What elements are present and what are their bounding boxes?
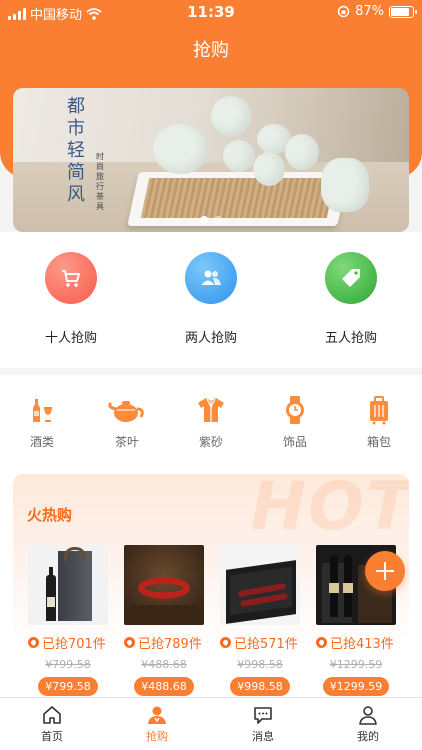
category-clay[interactable]: 紫砂 bbox=[181, 395, 241, 450]
fire-icon bbox=[220, 637, 231, 648]
tab-flash-sale[interactable]: 抢购 bbox=[117, 704, 197, 744]
tab-messages[interactable]: 消息 bbox=[223, 704, 303, 744]
group-buy-icon-0 bbox=[45, 252, 97, 304]
category-label: 茶叶 bbox=[114, 435, 139, 449]
tab-label: 抢购 bbox=[146, 730, 168, 743]
price-button[interactable]: ¥1299.59 bbox=[323, 677, 389, 696]
battery-icon bbox=[389, 5, 417, 18]
group-buy-icon-1 bbox=[185, 252, 237, 304]
category-label: 饰品 bbox=[282, 435, 307, 449]
hot-watermark: HOT bbox=[250, 474, 409, 545]
sold-count: 已抢413件 bbox=[316, 633, 396, 652]
page-title: 抢购 bbox=[193, 40, 229, 61]
sold-count: 已抢571件 bbox=[220, 633, 300, 652]
message-icon bbox=[254, 707, 272, 724]
tab-label: 首页 bbox=[41, 730, 63, 743]
tab-bar: 首页 抢购 消息 我的 bbox=[0, 697, 422, 750]
group-buy-five[interactable]: 五人抢购 bbox=[281, 252, 421, 346]
category-wine[interactable]: 酒类 bbox=[12, 395, 72, 450]
category-tea[interactable]: 茶叶 bbox=[97, 395, 157, 450]
shirt-icon bbox=[198, 398, 224, 422]
hot-section: HOT 火热购 已抢701件 ¥799.58 ¥799.58 已抢789件 ¥4… bbox=[0, 467, 422, 704]
tab-home[interactable]: 首页 bbox=[12, 704, 92, 744]
orientation-lock-icon bbox=[337, 5, 350, 18]
banner-dot[interactable] bbox=[200, 216, 208, 224]
group-buy-icon-2 bbox=[325, 252, 377, 304]
cart-icon bbox=[62, 270, 80, 287]
original-price: ¥799.58 bbox=[45, 658, 91, 671]
product-card[interactable]: 已抢789件 ¥488.68 ¥488.68 bbox=[124, 545, 204, 696]
fire-icon bbox=[124, 637, 135, 648]
status-bar: 中国移动 11:39 87% bbox=[0, 0, 422, 26]
product-image bbox=[124, 545, 204, 625]
banner-pagination bbox=[13, 216, 409, 224]
banner-title: 都市轻简风 bbox=[67, 96, 85, 205]
original-price: ¥998.58 bbox=[237, 658, 283, 671]
hot-card: HOT 火热购 已抢701件 ¥799.58 ¥799.58 已抢789件 ¥4… bbox=[13, 474, 409, 704]
teapot-icon bbox=[108, 401, 144, 422]
flash-sale-icon bbox=[148, 706, 166, 724]
sold-count: 已抢789件 bbox=[124, 633, 204, 652]
luggage-icon bbox=[370, 396, 388, 425]
category-section: 酒类 茶叶 紫砂 饰品 箱包 bbox=[0, 375, 422, 467]
hot-title: 火热购 bbox=[27, 506, 73, 524]
fire-icon bbox=[28, 637, 39, 648]
sold-count: 已抢701件 bbox=[28, 633, 108, 652]
banner-dot[interactable] bbox=[214, 216, 222, 224]
battery-percent: 87% bbox=[355, 4, 384, 19]
product-image bbox=[220, 545, 300, 625]
tab-label: 我的 bbox=[357, 730, 379, 743]
group-buy-two[interactable]: 两人抢购 bbox=[141, 252, 281, 346]
price-button[interactable]: ¥998.58 bbox=[230, 677, 290, 696]
product-card[interactable]: 已抢701件 ¥799.58 ¥799.58 bbox=[28, 545, 108, 696]
group-buy-label: 十人抢购 bbox=[44, 331, 97, 346]
price-button[interactable]: ¥488.68 bbox=[134, 677, 194, 696]
category-bags[interactable]: 箱包 bbox=[349, 395, 409, 450]
category-label: 箱包 bbox=[366, 435, 391, 449]
profile-icon bbox=[359, 706, 377, 725]
group-buy-label: 五人抢购 bbox=[324, 331, 377, 346]
tab-profile[interactable]: 我的 bbox=[328, 704, 408, 744]
teapot-image bbox=[153, 124, 209, 174]
watch-icon bbox=[286, 396, 304, 424]
group-buy-ten[interactable]: 十人抢购 bbox=[1, 252, 141, 346]
original-price: ¥1299.59 bbox=[329, 658, 383, 671]
fire-icon bbox=[316, 637, 327, 648]
tag-icon bbox=[342, 269, 360, 287]
tab-label: 消息 bbox=[252, 730, 274, 743]
category-label: 紫砂 bbox=[198, 435, 223, 449]
price-button[interactable]: ¥799.58 bbox=[38, 677, 98, 696]
home-icon bbox=[43, 706, 61, 724]
group-buy-label: 两人抢购 bbox=[184, 331, 237, 346]
category-label: 酒类 bbox=[29, 435, 54, 449]
original-price: ¥488.68 bbox=[141, 658, 187, 671]
promo-banner[interactable]: 都市轻简风 时尚旅行茶具 bbox=[13, 88, 409, 232]
category-accessories[interactable]: 饰品 bbox=[265, 395, 325, 450]
add-floating-button[interactable] bbox=[365, 551, 405, 591]
group-buy-section: 十人抢购 两人抢购 五人抢购 bbox=[0, 232, 422, 368]
wine-icon bbox=[33, 399, 52, 422]
product-image bbox=[28, 545, 108, 625]
product-card[interactable]: 已抢571件 ¥998.58 ¥998.58 bbox=[220, 545, 300, 696]
banner-subtitle: 时尚旅行茶具 bbox=[96, 152, 104, 211]
users-icon bbox=[201, 270, 221, 285]
